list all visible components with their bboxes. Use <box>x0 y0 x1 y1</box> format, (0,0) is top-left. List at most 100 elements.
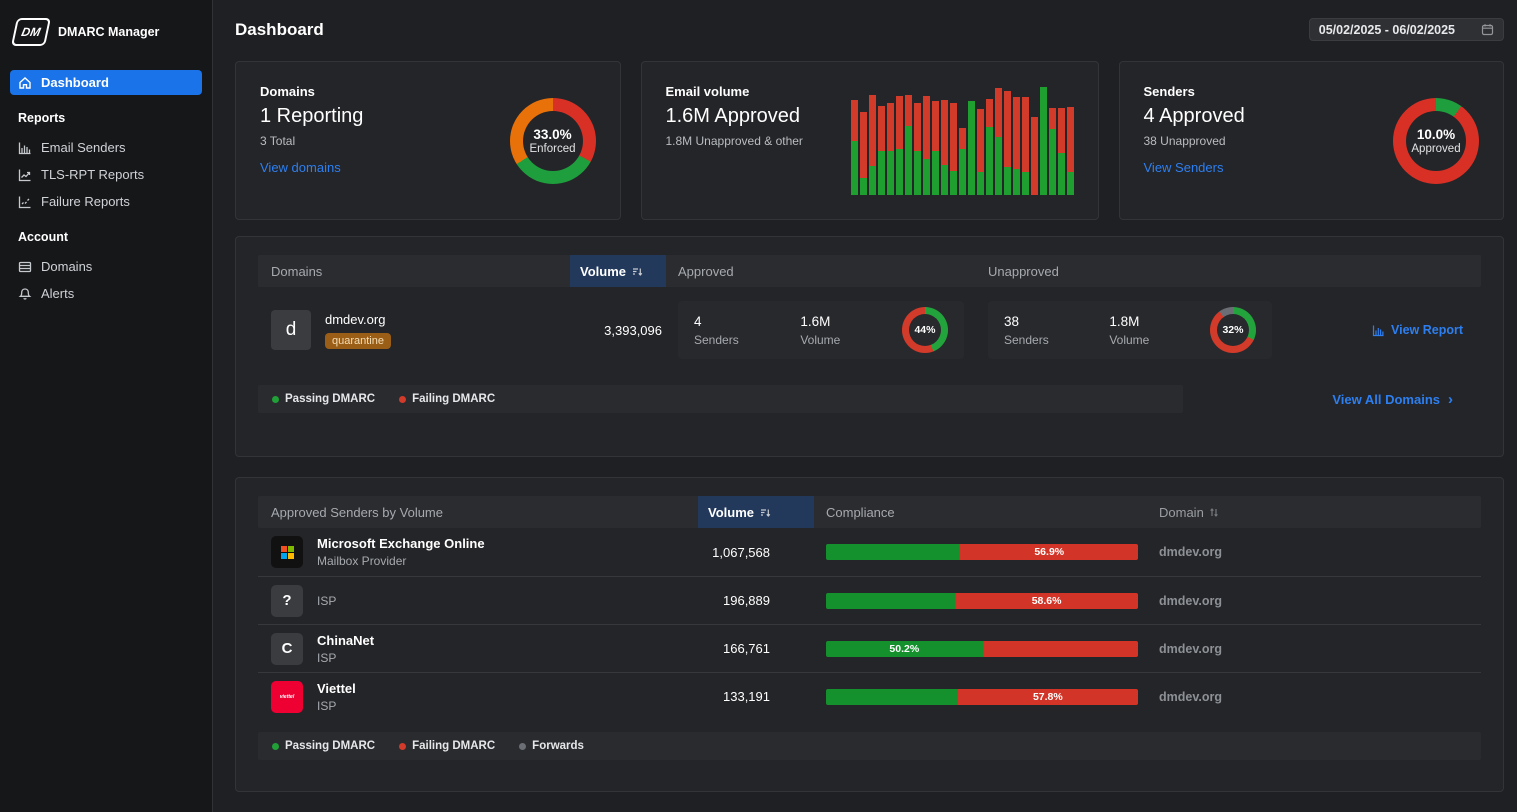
line-chart-icon <box>18 168 32 182</box>
sidebar-item-label: TLS-RPT Reports <box>41 167 144 182</box>
approved-senders-count: 4 <box>694 314 739 329</box>
sender-identity: CChinaNetISP <box>258 633 698 665</box>
column-header-compliance: Compliance <box>826 505 1138 520</box>
sender-type: ISP <box>317 651 374 665</box>
donut-center: 10.0% Approved <box>1393 98 1479 184</box>
volume-bar <box>851 100 858 195</box>
legend-dot-icon <box>399 743 406 750</box>
unapproved-volume: 1.8M <box>1109 314 1149 329</box>
domains-card: Domains 1 Reporting 3 Total View domains… <box>235 61 621 220</box>
email-volume-chart <box>851 85 1074 195</box>
sender-type: ISP <box>317 594 336 608</box>
sidebar-item-email-senders[interactable]: Email Senders <box>10 135 202 160</box>
date-range-picker[interactable]: 05/02/2025 - 06/02/2025 <box>1309 18 1504 41</box>
volume-bar <box>878 106 885 195</box>
senders-table-body: Microsoft Exchange OnlineMailbox Provide… <box>258 528 1481 720</box>
app-window: DM DMARC Manager Dashboard Reports Email… <box>0 0 1517 812</box>
unapproved-panel: 38 Senders 1.8M Volume 32% <box>988 301 1272 359</box>
sidebar: DM DMARC Manager Dashboard Reports Email… <box>0 0 213 812</box>
approved-volume-value: 1.6M Approved <box>666 105 851 128</box>
sidebar-item-label: Failure Reports <box>41 194 130 209</box>
passing-segment <box>826 593 955 609</box>
sender-name: Viettel <box>317 681 356 696</box>
question-mark-icon: ? <box>271 585 303 617</box>
senders-unapproved-value: 38 Unapproved <box>1144 134 1245 148</box>
volume-bar <box>1067 107 1074 195</box>
volume-bar <box>887 103 894 195</box>
domains-reporting-value: 1 Reporting <box>260 105 363 128</box>
view-all-domains-link[interactable]: View All Domains› <box>1332 391 1481 408</box>
sidebar-item-dashboard[interactable]: Dashboard <box>10 70 202 95</box>
passing-segment <box>826 689 958 705</box>
sidebar-item-label: Email Senders <box>41 140 126 155</box>
date-range-value: 05/02/2025 - 06/02/2025 <box>1319 23 1455 37</box>
sidebar-item-alerts[interactable]: Alerts <box>10 281 202 306</box>
domain-avatar: d <box>271 310 311 350</box>
card-title: Domains <box>260 84 363 99</box>
view-senders-link[interactable]: View Senders <box>1144 160 1224 175</box>
sender-domain: dmdev.org <box>1138 594 1481 608</box>
volume-bar <box>1022 97 1029 195</box>
failing-segment: 57.8% <box>958 689 1138 705</box>
domain-volume: 3,393,096 <box>570 323 666 338</box>
volume-bar <box>905 95 912 195</box>
compliance-percentage: 58.6% <box>955 593 1138 609</box>
sender-identity: Microsoft Exchange OnlineMailbox Provide… <box>258 536 698 568</box>
volume-bar <box>950 103 957 195</box>
sender-domain: dmdev.org <box>1138 642 1481 656</box>
unapproved-senders-count: 38 <box>1004 314 1049 329</box>
legend-item: Failing DMARC <box>399 393 495 405</box>
column-header-domain[interactable]: Domain <box>1138 505 1481 520</box>
email-volume-card: Email volume 1.6M Approved 1.8M Unapprov… <box>641 61 1099 220</box>
sender-volume: 166,761 <box>698 641 814 656</box>
senders-card: Senders 4 Approved 38 Unapproved View Se… <box>1119 61 1505 220</box>
legend-item: Failing DMARC <box>399 740 495 752</box>
volume-bar <box>896 96 903 195</box>
view-domains-link[interactable]: View domains <box>260 160 341 175</box>
brand-name: DMARC Manager <box>58 25 159 39</box>
domains-total-value: 3 Total <box>260 134 363 148</box>
sender-name: Microsoft Exchange Online <box>317 536 485 551</box>
volume-bar <box>1013 97 1020 195</box>
sidebar-item-tls-rpt-reports[interactable]: TLS-RPT Reports <box>10 162 202 187</box>
volume-bar <box>968 101 975 195</box>
main-content: Dashboard 05/02/2025 - 06/02/2025 Domain… <box>213 0 1517 812</box>
view-report-link[interactable]: View Report <box>1272 323 1481 337</box>
column-header-volume-sorted[interactable]: Volume <box>570 255 666 287</box>
viettel-logo-icon: viettel <box>271 681 303 713</box>
volume-bar <box>1031 117 1038 195</box>
donut-center: 33.0% Enforced <box>510 98 596 184</box>
sender-row: Microsoft Exchange OnlineMailbox Provide… <box>258 528 1481 576</box>
approved-volume: 1.6M <box>800 314 840 329</box>
column-header-volume-sorted[interactable]: Volume <box>698 496 814 528</box>
column-header-approved: Approved <box>678 264 964 279</box>
sender-volume: 133,191 <box>698 689 814 704</box>
passing-segment <box>826 544 960 560</box>
sender-name: ChinaNet <box>317 633 374 648</box>
sender-volume: 1,067,568 <box>698 545 814 560</box>
volume-bar <box>941 100 948 195</box>
volume-bar <box>959 128 966 195</box>
column-header-unapproved: Unapproved <box>988 264 1272 279</box>
sidebar-item-failure-reports[interactable]: Failure Reports <box>10 189 202 214</box>
donut-label: Enforced <box>529 143 575 155</box>
compliance-percentage: 56.9% <box>960 544 1138 560</box>
sidebar-item-domains[interactable]: Domains <box>10 254 202 279</box>
compliance-bar: 57.8% <box>826 689 1138 705</box>
domains-table-header: Domains Volume Approved Unapproved <box>258 255 1481 287</box>
sender-row: ?ISP196,88958.6%dmdev.org <box>258 576 1481 624</box>
sort-desc-icon <box>760 507 771 518</box>
volume-bar <box>977 109 984 195</box>
compliance-percentage: 57.8% <box>958 689 1138 705</box>
approved-donut-chart: 10.0% Approved <box>1393 98 1479 184</box>
card-title: Senders <box>1144 84 1245 99</box>
bar-chart-icon <box>18 141 32 155</box>
dmarc-legend: Passing DMARCFailing DMARCForwards <box>258 732 1481 760</box>
compliance-bar: 58.6% <box>826 593 1138 609</box>
unapproved-volume-value: 1.8M Unapproved & other <box>666 134 851 148</box>
legend-item: Passing DMARC <box>272 740 375 752</box>
compliance-bar: 56.9% <box>826 544 1138 560</box>
sender-identity: viettelViettelISP <box>258 681 698 713</box>
dmarc-legend: Passing DMARCFailing DMARC <box>258 385 1183 413</box>
volume-bar <box>932 101 939 195</box>
